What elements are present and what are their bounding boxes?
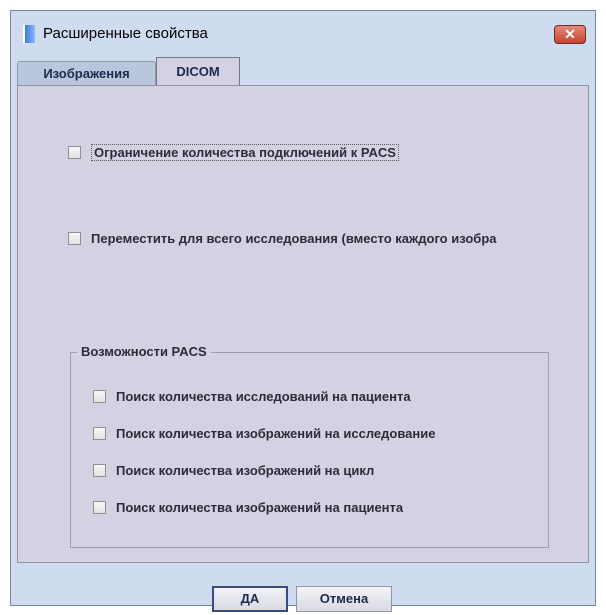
images-per-series-checkbox[interactable] bbox=[93, 464, 106, 477]
move-whole-study-option[interactable]: Переместить для всего исследования (вмес… bbox=[68, 231, 497, 246]
title-bar[interactable]: Расширенные свойства ✕ bbox=[11, 11, 595, 53]
images-per-study-checkbox[interactable] bbox=[93, 427, 106, 440]
images-per-series-label: Поиск количества изображений на цикл bbox=[116, 463, 375, 478]
limit-connections-checkbox[interactable] bbox=[68, 146, 81, 159]
pacs-option-images-per-series[interactable]: Поиск количества изображений на цикл bbox=[93, 463, 374, 478]
window-title: Расширенные свойства bbox=[43, 25, 208, 42]
pacs-capabilities-group: Возможности PACS Поиск количества исслед… bbox=[70, 344, 549, 548]
studies-per-patient-checkbox[interactable] bbox=[93, 390, 106, 403]
tab-images[interactable]: Изображения bbox=[17, 61, 156, 85]
limit-connections-option[interactable]: Ограничение количества подключений к PAC… bbox=[68, 144, 399, 161]
images-per-study-label: Поиск количества изображений на исследов… bbox=[116, 426, 436, 441]
images-per-patient-label: Поиск количества изображений на пациента bbox=[116, 500, 404, 515]
studies-per-patient-label: Поиск количества исследований на пациент… bbox=[116, 389, 411, 404]
ok-button[interactable]: ДА bbox=[212, 586, 288, 612]
limit-connections-label: Ограничение количества подключений к PAC… bbox=[91, 144, 399, 161]
pacs-option-images-per-patient[interactable]: Поиск количества изображений на пациента bbox=[93, 500, 403, 515]
tab-dicom[interactable]: DICOM bbox=[156, 57, 240, 85]
app-icon bbox=[23, 25, 35, 43]
images-per-patient-checkbox[interactable] bbox=[93, 501, 106, 514]
move-whole-study-label: Переместить для всего исследования (вмес… bbox=[91, 231, 497, 246]
cancel-button[interactable]: Отмена bbox=[296, 586, 392, 612]
group-title: Возможности PACS bbox=[77, 344, 211, 359]
move-whole-study-checkbox[interactable] bbox=[68, 232, 81, 245]
dialog-window: Расширенные свойства ✕ Изображения DICOM… bbox=[10, 10, 596, 606]
pacs-option-studies-per-patient[interactable]: Поиск количества исследований на пациент… bbox=[93, 389, 411, 404]
dicom-panel: Ограничение количества подключений к PAC… bbox=[17, 85, 589, 563]
close-icon: ✕ bbox=[564, 26, 576, 42]
pacs-option-images-per-study[interactable]: Поиск количества изображений на исследов… bbox=[93, 426, 435, 441]
close-button[interactable]: ✕ bbox=[554, 25, 586, 44]
